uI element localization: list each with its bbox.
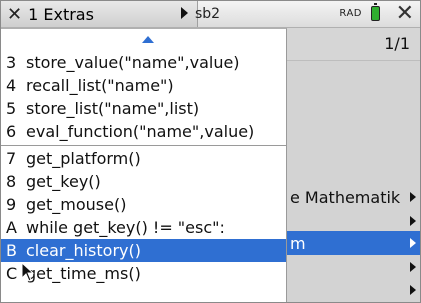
- close-icon[interactable]: ✕: [396, 2, 414, 26]
- submenu-arrow-icon: [410, 238, 416, 248]
- menu-item-key: 9: [6, 195, 17, 214]
- document-tab[interactable]: sb2: [191, 1, 285, 27]
- tab-arrow-icon: [181, 7, 188, 19]
- menu-item-key: A: [6, 218, 17, 237]
- menu-item-store-value[interactable]: 3 store_value("name",value): [1, 51, 286, 74]
- menu-tab-title[interactable]: ✕ 1 Extras: [1, 1, 198, 27]
- menu-item-while-get-key[interactable]: A while get_key() != "esc":: [1, 216, 286, 239]
- top-bar: ✕ 1 Extras sb2 RAD ✕: [1, 1, 420, 28]
- menu-item-key: C: [6, 264, 18, 283]
- parent-menu-item[interactable]: [287, 255, 420, 279]
- mouse-pointer-icon: [21, 262, 35, 282]
- menu-item-store-list[interactable]: 5 store_list("name",list): [1, 97, 286, 120]
- parent-menu-pane: e Mathematik m: [287, 61, 420, 302]
- menu-item-key: 7: [6, 149, 17, 168]
- angle-mode-indicator: RAD: [339, 8, 362, 19]
- submenu-arrow-icon: [410, 216, 416, 226]
- menu-item-label: get_time_ms(): [26, 264, 141, 283]
- battery-icon: [371, 3, 380, 21]
- menu-item-label: while get_key() != "esc":: [26, 218, 225, 237]
- menu-item-key: 3: [6, 53, 17, 72]
- submenu-arrow-icon: [410, 192, 416, 202]
- submenu-arrow-icon: [410, 262, 416, 272]
- menu-item-recall-list[interactable]: 4 recall_list("name"): [1, 74, 286, 97]
- menu-item-get-key[interactable]: 8 get_key(): [1, 170, 286, 193]
- parent-menu-item[interactable]: e Mathematik: [287, 185, 420, 209]
- menu-item-label: store_value("name",value): [26, 53, 240, 72]
- parent-menu-item[interactable]: [287, 209, 420, 233]
- menu-item-label: clear_history(): [26, 241, 141, 260]
- parent-menu-item[interactable]: [287, 278, 420, 302]
- menu-item-get-mouse[interactable]: 9 get_mouse(): [1, 193, 286, 216]
- menu-separator: [1, 145, 286, 146]
- menu-item-eval-function[interactable]: 6 eval_function("name",value): [1, 120, 286, 143]
- menu-item-label: store_list("name",list): [26, 99, 200, 118]
- menu-item-clear-history[interactable]: B clear_history(): [1, 239, 286, 262]
- submenu-arrow-icon: [410, 285, 416, 295]
- menu-item-label: eval_function("name",value): [26, 122, 255, 141]
- menu-item-label: get_key(): [26, 172, 101, 191]
- tools-icon: ✕: [7, 3, 23, 25]
- page-indicator: 1/1: [384, 34, 410, 53]
- document-tab-label: sb2: [195, 6, 221, 22]
- menu-item-key: 5: [6, 99, 17, 118]
- menu-item-key: 6: [6, 122, 17, 141]
- menu-tab-label: 1 Extras: [28, 4, 94, 24]
- parent-menu-item-label: e Mathematik: [290, 187, 401, 207]
- menu-item-get-time-ms[interactable]: C get_time_ms(): [1, 262, 286, 285]
- menu-item-label: recall_list("name"): [26, 76, 174, 95]
- menu-item-label: get_platform(): [26, 149, 141, 168]
- menu-item-label: get_mouse(): [26, 195, 127, 214]
- menu-item-get-platform[interactable]: 7 get_platform(): [1, 147, 286, 170]
- menu-item-key: 8: [6, 172, 17, 191]
- app-window: ✕ 1 Extras sb2 RAD ✕ 1/1 e Mathematik m: [0, 0, 421, 303]
- menu-item-key: B: [6, 241, 17, 260]
- scroll-up-icon[interactable]: [142, 36, 154, 43]
- menu-item-key: 4: [6, 76, 17, 95]
- extras-dropdown-menu: 3 store_value("name",value) 4 recall_lis…: [1, 28, 287, 302]
- parent-menu-item-label: m: [290, 233, 306, 253]
- parent-menu-item-selected[interactable]: m: [287, 231, 420, 255]
